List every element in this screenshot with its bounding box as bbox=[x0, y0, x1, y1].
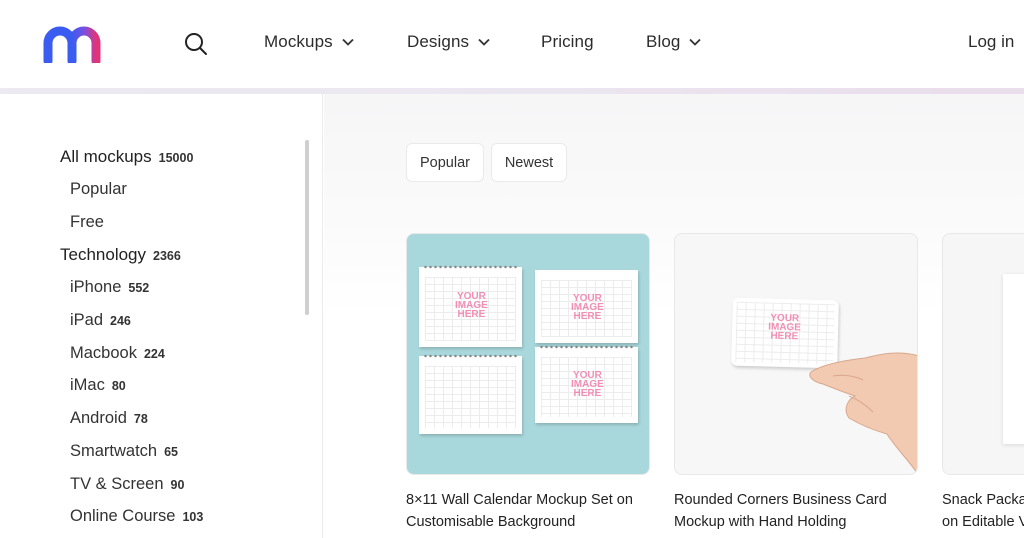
category-count: 2366 bbox=[153, 249, 181, 263]
hand-image bbox=[809, 352, 917, 474]
card-title-calendar[interactable]: 8×11 Wall Calendar Mockup Set on Customi… bbox=[406, 489, 633, 533]
mockup-thumbnail-snack-pack[interactable] bbox=[942, 233, 1024, 475]
card-title-business-card[interactable]: Rounded Corners Business Card Mockup wit… bbox=[674, 489, 887, 533]
category-count: 90 bbox=[170, 478, 185, 492]
category-smartwatch[interactable]: Smartwatch 65 bbox=[70, 442, 178, 461]
chevron-down-icon bbox=[689, 38, 702, 46]
category-count: 65 bbox=[164, 445, 179, 459]
category-imac[interactable]: iMac 80 bbox=[70, 376, 126, 395]
category-online-course[interactable]: Online Course 103 bbox=[70, 507, 203, 526]
nav-blog[interactable]: Blog bbox=[646, 32, 702, 52]
snack-pack-shape bbox=[1003, 274, 1024, 444]
category-label: Android bbox=[70, 409, 127, 427]
nav-pricing-label: Pricing bbox=[541, 32, 594, 51]
category-label: iPad bbox=[70, 311, 104, 329]
category-label: Popular bbox=[70, 180, 127, 198]
category-ipad[interactable]: iPad 246 bbox=[70, 311, 131, 330]
calendar-sheet: YOUR IMAGE HERE bbox=[535, 270, 638, 343]
category-free[interactable]: Free bbox=[70, 213, 104, 232]
search-icon[interactable] bbox=[183, 31, 209, 57]
calendar-sheet bbox=[419, 354, 522, 434]
category-tv-screen[interactable]: TV & Screen 90 bbox=[70, 475, 184, 494]
category-sidebar: All mockups 15000 Popular Free Technolog… bbox=[0, 94, 323, 538]
filter-popular-button[interactable]: Popular bbox=[406, 143, 484, 182]
mockup-thumbnail-calendar[interactable]: YOUR IMAGE HERE YOUR IMAGE HERE YOUR IMAGE HER… bbox=[406, 233, 650, 475]
category-count: 15000 bbox=[158, 151, 194, 165]
chevron-down-icon bbox=[478, 38, 490, 46]
category-all-mockups[interactable]: All mockups 15000 bbox=[60, 147, 193, 167]
placeholder-text: YOUR IMAGE HERE bbox=[571, 293, 604, 322]
nav-pricing[interactable]: Pricing bbox=[541, 32, 594, 52]
placeholder-text: YOUR IMAGE HERE bbox=[571, 370, 604, 399]
category-iphone[interactable]: iPhone 552 bbox=[70, 278, 149, 297]
category-count: 552 bbox=[128, 281, 150, 295]
category-label: iMac bbox=[70, 376, 105, 394]
category-count: 246 bbox=[110, 314, 131, 328]
category-label: Technology bbox=[60, 245, 147, 264]
placeholder-text: YOUR IMAGE HERE bbox=[768, 312, 802, 343]
card-title-snack-pack[interactable]: Snack Packa on Editable V bbox=[942, 489, 1024, 533]
category-label: iPhone bbox=[70, 278, 122, 296]
category-technology[interactable]: Technology 2366 bbox=[60, 245, 181, 265]
category-count: 80 bbox=[111, 379, 126, 393]
category-label: Macbook bbox=[70, 344, 137, 362]
category-label: Online Course bbox=[70, 507, 176, 525]
calendar-sheet: YOUR IMAGE HERE bbox=[535, 345, 638, 423]
category-macbook[interactable]: Macbook 224 bbox=[70, 344, 165, 363]
category-label: TV & Screen bbox=[70, 475, 164, 493]
category-label: Smartwatch bbox=[70, 442, 158, 460]
category-label: Free bbox=[70, 213, 104, 231]
category-android[interactable]: Android 78 bbox=[70, 409, 148, 428]
mockup-thumbnail-business-card[interactable]: YOUR IMAGE HERE bbox=[674, 233, 918, 475]
login-link[interactable]: Log in bbox=[968, 32, 1014, 52]
nav-mockups[interactable]: Mockups bbox=[264, 32, 354, 52]
nav-mockups-label: Mockups bbox=[264, 32, 333, 51]
mockup-gallery: Popular Newest YOUR IMAGE HERE YOUR IMAGE HE… bbox=[324, 94, 1024, 538]
top-header: Mockups Designs Pricing Blog Log in bbox=[0, 0, 1024, 88]
nav-designs-label: Designs bbox=[407, 32, 470, 51]
category-count: 224 bbox=[143, 347, 165, 361]
calendar-sheet: YOUR IMAGE HERE bbox=[419, 265, 522, 347]
category-count: 78 bbox=[133, 412, 148, 426]
mockup-m-logo-icon[interactable] bbox=[42, 25, 116, 63]
sidebar-scrollbar[interactable] bbox=[305, 140, 309, 315]
placeholder-text: YOUR IMAGE HERE bbox=[455, 291, 488, 320]
category-label: All mockups bbox=[60, 147, 152, 166]
nav-blog-label: Blog bbox=[646, 32, 681, 51]
filter-newest-button[interactable]: Newest bbox=[491, 143, 567, 182]
category-count: 103 bbox=[182, 510, 204, 524]
category-popular[interactable]: Popular bbox=[70, 180, 127, 199]
chevron-down-icon bbox=[342, 38, 354, 46]
nav-designs[interactable]: Designs bbox=[407, 32, 490, 52]
